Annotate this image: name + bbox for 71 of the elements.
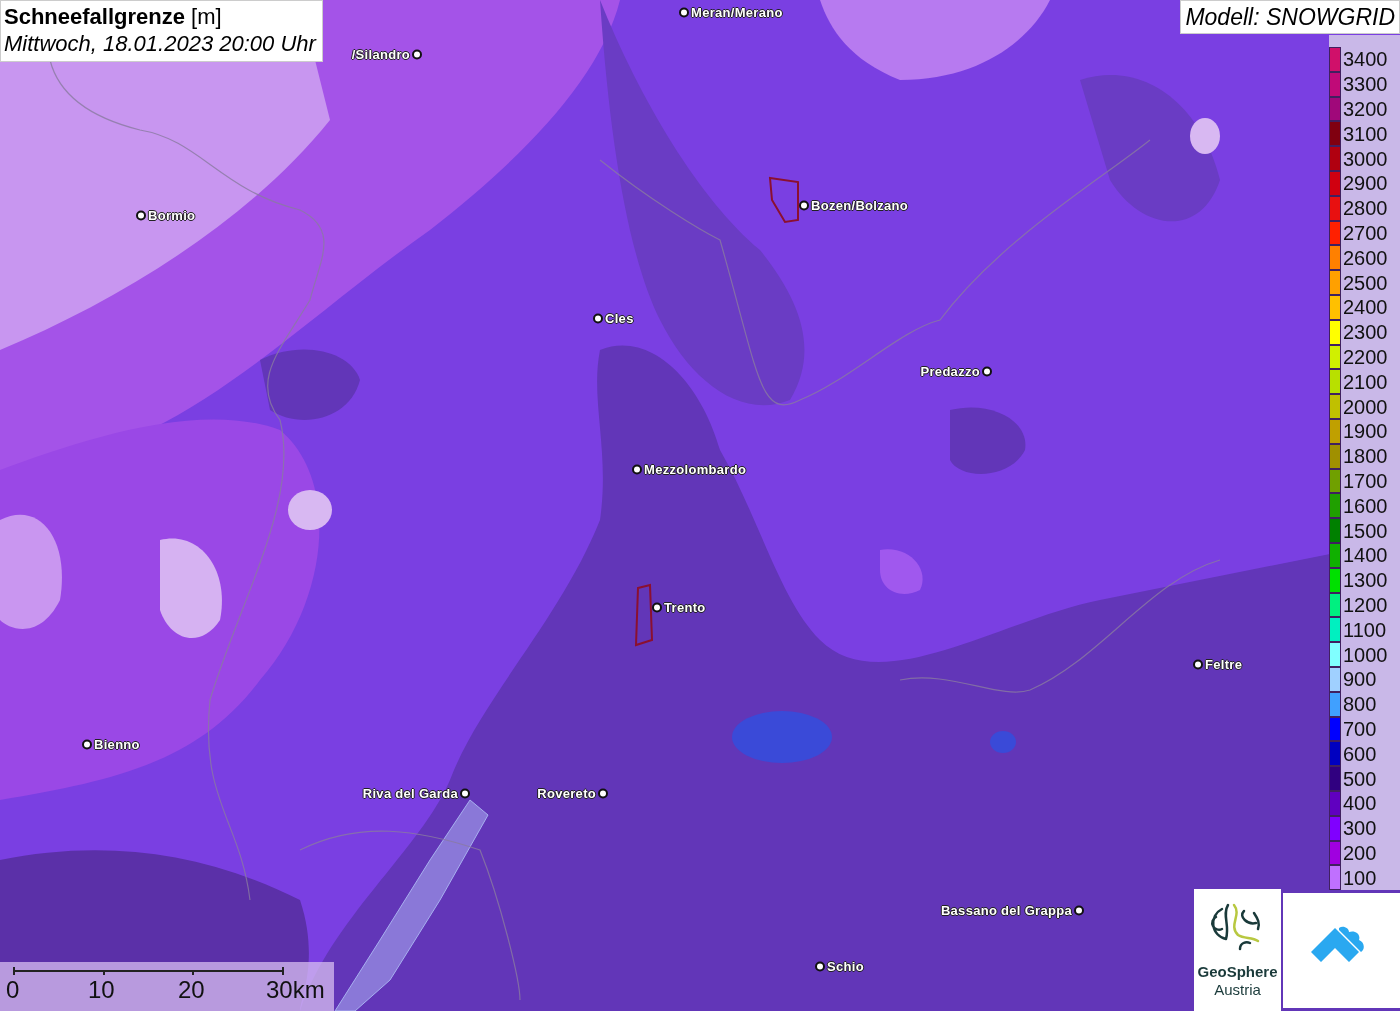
legend-label: 2600 [1343, 247, 1388, 268]
legend-label: 2700 [1343, 222, 1388, 243]
legend-label: 1900 [1343, 421, 1388, 442]
city-label: Bassano del Grappa [940, 902, 1072, 918]
city-dot-icon [82, 739, 92, 749]
city-dot-icon [632, 464, 642, 474]
city-dot-icon [136, 210, 146, 220]
legend-label: 2900 [1343, 173, 1388, 194]
legend-label: 1200 [1343, 594, 1388, 615]
legend-label: 200 [1343, 842, 1377, 863]
legend-label: 2500 [1343, 272, 1388, 293]
legend-label: 1600 [1343, 495, 1388, 516]
legend-label: 1400 [1343, 545, 1388, 566]
city-dot-icon [652, 602, 662, 612]
legend-label: 500 [1343, 768, 1377, 789]
legend-label: 1800 [1343, 446, 1388, 467]
legend-label: 2400 [1343, 297, 1388, 318]
city-dot-icon [598, 788, 608, 798]
legend-label: 3300 [1343, 74, 1388, 95]
legend-label: 2100 [1343, 371, 1388, 392]
scale-label: 20 [178, 976, 205, 1004]
legend-label: 100 [1343, 867, 1377, 888]
city-dot-icon [460, 788, 470, 798]
city-label: Schio [827, 958, 864, 974]
legend-label: 300 [1343, 818, 1377, 839]
scale-label: 0 [6, 976, 20, 1004]
city-label: Bormio [148, 207, 196, 223]
legend-label: 3100 [1343, 123, 1388, 144]
city-dot-icon [679, 7, 689, 17]
legend-label: 3200 [1343, 99, 1388, 119]
legend-label: 800 [1343, 694, 1377, 715]
legend-label: 1100 [1343, 619, 1386, 640]
city-label: Rovereto [537, 785, 596, 801]
city-dot-icon [815, 961, 825, 971]
city-label: Meran/Merano [691, 4, 783, 20]
legend-label: 2200 [1343, 346, 1388, 367]
legend-label: 3000 [1343, 148, 1388, 169]
legend-label: 1000 [1343, 644, 1388, 665]
city-label: Bienno [94, 736, 140, 752]
legend-label: 400 [1343, 793, 1377, 814]
city-label: Bozen/Bolzano [811, 197, 909, 213]
legend-label: 3400 [1343, 49, 1388, 70]
city-label: Feltre [1205, 656, 1243, 672]
legend-label: 2300 [1343, 322, 1388, 343]
legend-label: 1300 [1343, 570, 1388, 591]
city-label: Trento [664, 599, 706, 615]
date-time: Mittwoch, 18.01.2023 20:00 Uhr [4, 30, 316, 57]
legend-label: 1500 [1343, 520, 1388, 541]
city-label: /Silandro [351, 46, 410, 62]
city-label: Mezzolombardo [644, 461, 747, 477]
city-dot-icon [1074, 905, 1084, 915]
legend-label: 1700 [1343, 470, 1388, 491]
model-label: Modell: SNOWGRID [1180, 0, 1400, 34]
city-dot-icon [1193, 659, 1203, 669]
city-dot-icon [799, 200, 809, 210]
map-title: Schneefallgrenze [m] [4, 4, 222, 29]
legend-label: 600 [1343, 743, 1377, 764]
legend-label: 2000 [1343, 396, 1388, 417]
city-dot-icon [982, 366, 992, 376]
city-dot-icon [593, 313, 603, 323]
legend-label: 700 [1343, 718, 1377, 739]
scale-label: 30km [266, 976, 325, 1004]
legend-label: 900 [1343, 669, 1377, 690]
legend-label: 2800 [1343, 198, 1388, 219]
scale-label: 10 [88, 976, 115, 1004]
city-dot-icon [412, 49, 422, 59]
city-label: Cles [605, 310, 634, 326]
city-label: Riva del Garda [362, 785, 458, 801]
logo-text: Austria [1214, 981, 1261, 998]
logo-text: GeoSphere [1197, 963, 1278, 981]
city-label: Predazzo [920, 363, 980, 379]
